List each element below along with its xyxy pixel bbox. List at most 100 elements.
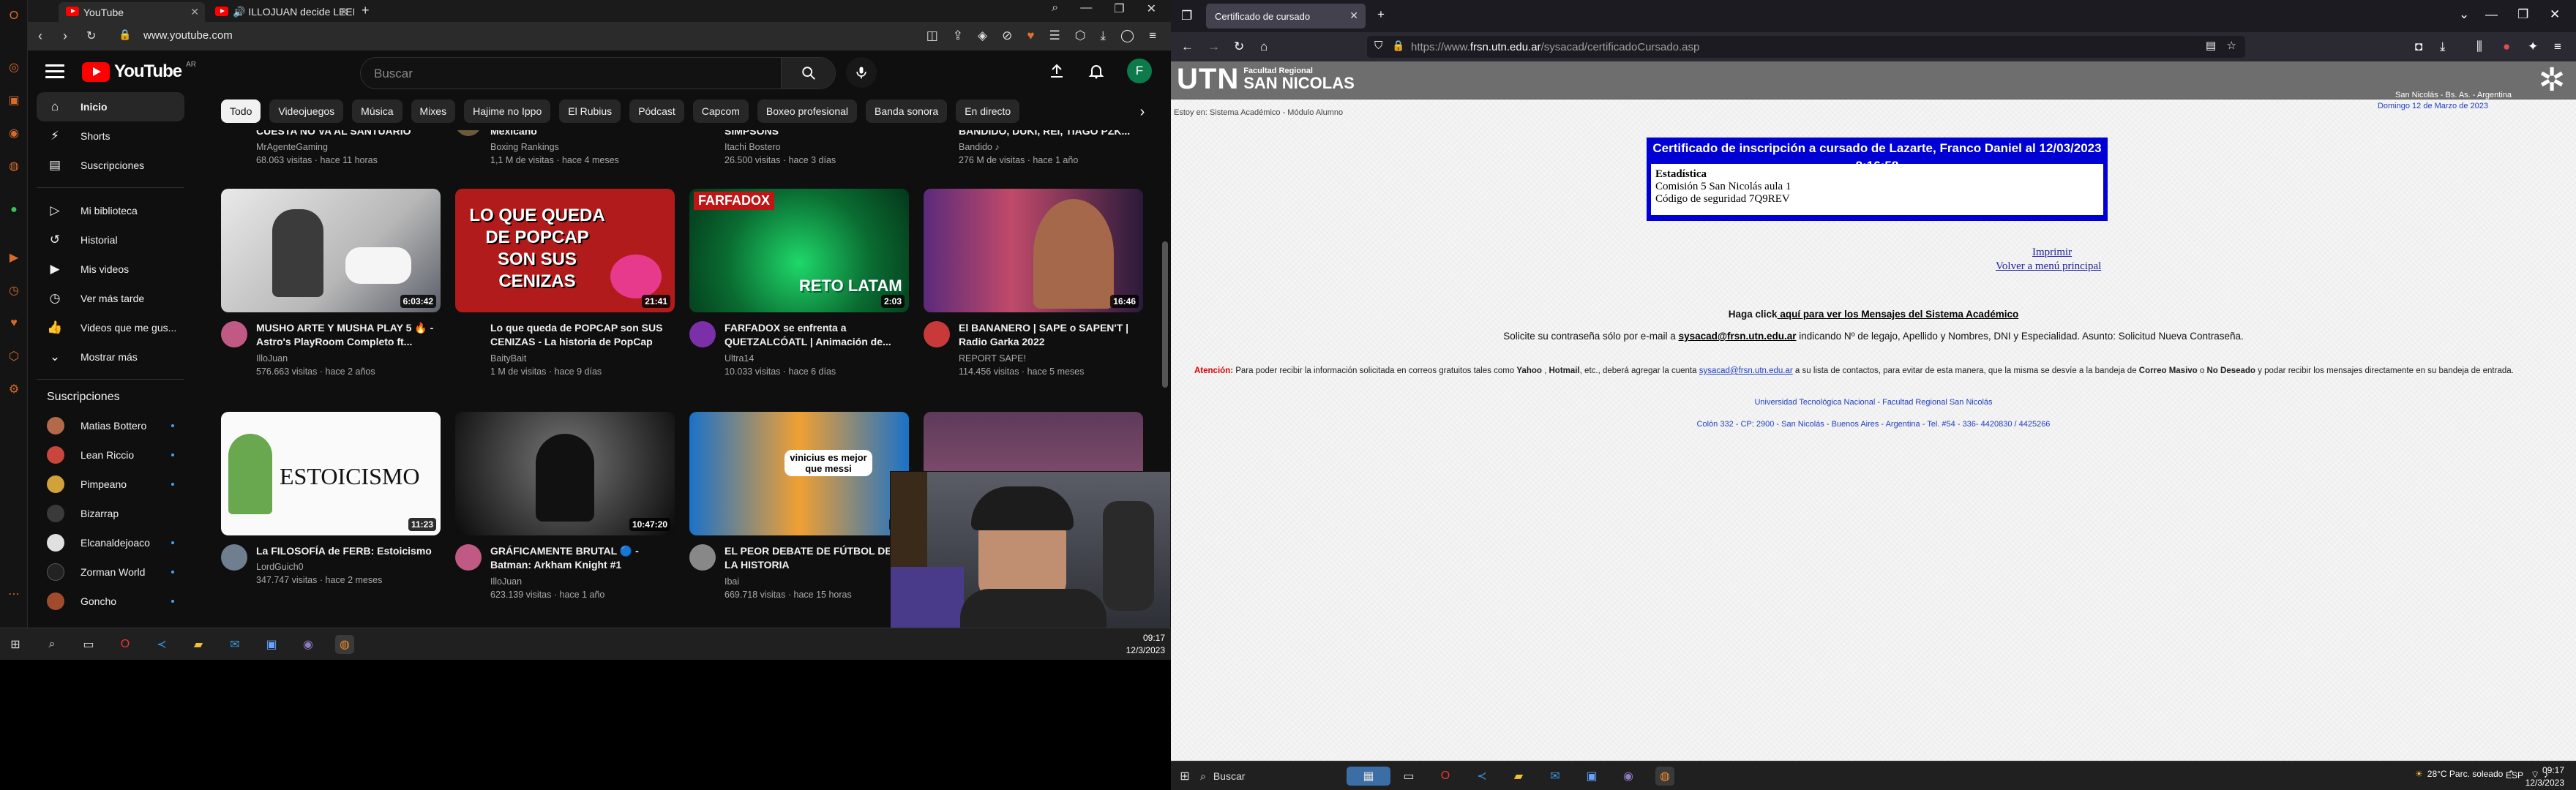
video-channel[interactable]: LordGuich0 xyxy=(256,562,304,572)
account-icon[interactable]: ◯ xyxy=(1120,29,1134,43)
reader-view-icon[interactable]: ▤ xyxy=(2206,39,2216,52)
task-view-icon[interactable]: ▭ xyxy=(79,635,98,654)
subscription-item[interactable]: Lean Riccio xyxy=(37,440,184,470)
menu-icon[interactable]: ≡ xyxy=(2554,40,2561,54)
weather-widget[interactable]: ☀ 28°C Parc. soleado ⌃ xyxy=(2415,769,2515,779)
channel-avatar[interactable] xyxy=(221,544,247,571)
download-icon[interactable]: ⤓ xyxy=(1101,29,1107,43)
channel-avatar[interactable] xyxy=(689,544,716,571)
video-channel[interactable]: MrAgenteGaming xyxy=(256,142,328,152)
channel-avatar[interactable] xyxy=(455,130,482,136)
sidebar-item-shorts[interactable]: ⚡ Shorts xyxy=(37,121,184,151)
menu-icon[interactable]: ≡ xyxy=(1149,29,1156,43)
subscription-item[interactable]: Matias Bottero xyxy=(37,411,184,440)
sidebar-history-icon[interactable]: ◷ xyxy=(5,282,23,299)
upload-icon[interactable] xyxy=(1048,62,1066,80)
youtube-logo[interactable]: YouTube AR xyxy=(82,61,196,82)
sidebar-bookmarks-icon[interactable]: ♥ xyxy=(5,315,23,332)
extensions-puzzle-icon[interactable]: ✦ xyxy=(2528,40,2538,54)
back-icon[interactable]: ‹ xyxy=(38,29,42,44)
sidebar-item-historial[interactable]: ↺ Historial xyxy=(37,225,184,255)
sidebar-item-mostrar-mas[interactable]: ⌄ Mostrar más xyxy=(37,342,184,372)
video-card[interactable]: vinicius es mejor que messi 20 EL PEOR D… xyxy=(689,412,909,617)
video-card[interactable]: 10:47:20 GRÁFICAMENTE BRUTAL 🔵 - Batman:… xyxy=(455,412,675,617)
video-title[interactable]: EL PEOR DEBATE DE FÚTBOL DE LA HISTORIA xyxy=(724,544,906,572)
left-clock[interactable]: 09:17 12/3/2023 xyxy=(1126,632,1165,657)
opera-icon[interactable]: O xyxy=(116,635,135,654)
channel-avatar[interactable] xyxy=(455,544,482,571)
maximize-icon[interactable]: ❐ xyxy=(1114,1,1124,16)
close-tab-icon[interactable]: ✕ xyxy=(190,6,199,18)
firefox-icon[interactable]: ◍ xyxy=(335,635,354,654)
chip-musica[interactable]: Música xyxy=(352,99,402,123)
maximize-icon[interactable]: ❐ xyxy=(2517,7,2528,22)
share-icon[interactable]: ⇪ xyxy=(953,29,963,43)
subscription-item[interactable]: Elcanaldejoaco xyxy=(37,528,184,557)
new-tab-icon[interactable]: + xyxy=(362,3,370,18)
address-url[interactable]: www.youtube.com xyxy=(143,29,233,42)
subscription-item[interactable]: Pimpeano xyxy=(37,470,184,499)
store-icon[interactable]: ▣ xyxy=(1582,767,1601,786)
video-title[interactable]: GRÁFICAMENTE BRUTAL 🔵 - Batman: Arkham K… xyxy=(490,544,672,572)
sidebar-messenger-icon[interactable]: ◉ xyxy=(5,124,23,142)
search-input[interactable] xyxy=(374,65,769,83)
video-channel[interactable]: BaityBait xyxy=(490,353,526,364)
language-indicator[interactable]: ESP xyxy=(2506,770,2523,780)
sysacad-email-link[interactable]: sysacad@frsn.utn.edu.ar xyxy=(1679,331,1797,342)
taskbar-search[interactable]: ⌕ Buscar xyxy=(1196,764,1342,788)
channel-avatar[interactable] xyxy=(221,321,247,347)
file-explorer-icon[interactable]: ▰ xyxy=(1509,767,1528,786)
print-link[interactable]: Imprimir xyxy=(2032,247,2072,259)
chip-el-rubius[interactable]: El Rubius xyxy=(559,99,621,123)
windows-start-icon[interactable]: ⊞ xyxy=(6,635,25,654)
channel-avatar[interactable] xyxy=(689,321,716,347)
video-thumbnail[interactable]: 10:47:20 xyxy=(455,412,675,535)
video-card[interactable]: 6:03:42 MUSHO ARTE Y MUSHA PLAY 5 🔥 - As… xyxy=(221,189,441,394)
sidebar-item-biblioteca[interactable]: ▷ Mi biblioteca xyxy=(37,196,184,225)
library-icon[interactable]: ⫼ xyxy=(2476,40,2482,54)
video-title[interactable]: FARFADOX se enfrenta a QUETZALCÓATL | An… xyxy=(724,321,906,349)
minimize-icon[interactable]: — xyxy=(2485,7,2498,22)
sidebar-extensions-icon[interactable]: ⬡ xyxy=(5,347,23,365)
video-channel[interactable]: IlloJuan xyxy=(490,576,522,587)
tab-certificado[interactable]: Certificado de cursado ✕ xyxy=(1206,4,1366,29)
video-card[interactable]: ESTOICISMO 11:23 La FILOSOFÍA de FERB: E… xyxy=(221,412,441,617)
sidebar-settings-icon[interactable]: ⚙ xyxy=(5,380,23,398)
video-title[interactable]: BANDIDO, DUKI, REI, TIAGO PZK... xyxy=(959,130,1140,138)
sidebar-speed-dial-icon[interactable]: ◎ xyxy=(5,59,23,76)
pocket-icon[interactable]: ◘ xyxy=(2415,40,2422,54)
video-channel[interactable]: REPORT SAPE! xyxy=(959,353,1026,364)
forward-icon[interactable]: › xyxy=(63,29,67,44)
list-tabs-icon[interactable]: ⌄ xyxy=(2459,7,2469,22)
obs-icon[interactable]: ◉ xyxy=(299,635,318,654)
video-title[interactable]: CUESTA NO VA AL SANTUARIO xyxy=(256,130,438,138)
downloads-icon[interactable]: ⤓ xyxy=(2440,40,2446,54)
store-icon[interactable]: ▣ xyxy=(262,635,281,654)
sidebar-whatsapp-icon[interactable]: ◍ xyxy=(5,157,23,175)
reload-icon[interactable]: ↻ xyxy=(86,29,96,43)
close-tab-icon[interactable]: ✕ xyxy=(1349,10,1358,22)
notifications-bell-icon[interactable] xyxy=(1087,62,1105,80)
video-thumbnail[interactable]: vinicius es mejor que messi 20 xyxy=(689,412,909,535)
back-to-menu-link[interactable]: Volver a menú principal xyxy=(1996,260,2101,273)
video-thumbnail[interactable]: 6:03:42 xyxy=(221,189,441,312)
video-thumbnail[interactable]: LO QUE QUEDA DE POPCAP SON SUS CENIZAS 2… xyxy=(455,189,675,312)
chip-boxeo-profesional[interactable]: Boxeo profesional xyxy=(757,99,857,123)
adblock-icon[interactable]: ⊘ xyxy=(1002,29,1012,43)
video-card[interactable]: BANDIDO, DUKI, REI, TIAGO PZK... Bandido… xyxy=(924,130,1143,176)
obs-icon[interactable]: ◉ xyxy=(1619,767,1638,786)
video-title[interactable]: SIMPSONS xyxy=(724,130,906,138)
video-title[interactable]: MUSHO ARTE Y MUSHA PLAY 5 🔥 - Astro's Pl… xyxy=(256,321,438,349)
extensions-icon[interactable]: ⬡ xyxy=(1075,29,1086,43)
account-avatar[interactable]: F xyxy=(1127,59,1152,83)
chip-podcast[interactable]: Pódcast xyxy=(629,99,684,123)
mail-icon[interactable]: ✉ xyxy=(225,635,244,654)
sidebar-more-icon[interactable]: ⋯ xyxy=(5,585,23,603)
minimize-icon[interactable]: — xyxy=(1080,1,1092,16)
sidebar-item-mis-videos[interactable]: ▶ Mis videos xyxy=(37,255,184,284)
search-highlight-image[interactable]: ▦ xyxy=(1347,767,1390,786)
page-scrollbar[interactable] xyxy=(1162,241,1168,388)
file-explorer-icon[interactable]: ▰ xyxy=(189,635,208,654)
vpn-icon[interactable]: ◈ xyxy=(978,29,987,43)
subscription-item[interactable]: Bizarrap xyxy=(37,499,184,528)
